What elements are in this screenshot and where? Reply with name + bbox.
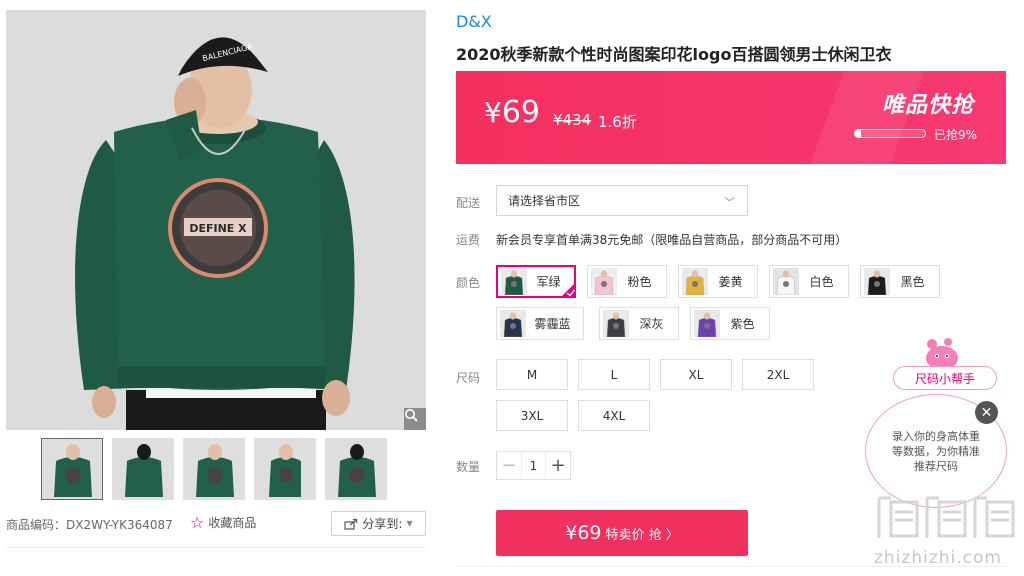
color-option-label: 粉色: [627, 275, 652, 289]
color-swatch: [864, 268, 890, 295]
favorite-button[interactable]: ☆ 收藏商品: [190, 514, 256, 531]
delivery-region-select[interactable]: 请选择省市区 ﹀: [496, 185, 748, 216]
thumbnail[interactable]: [325, 438, 387, 500]
caret-down-icon: ▼: [406, 519, 413, 528]
size-option[interactable]: 4XL: [578, 400, 650, 431]
color-option[interactable]: 军绿: [496, 265, 576, 298]
currency-symbol: ¥: [484, 96, 502, 129]
color-swatch: [682, 268, 708, 295]
color-option-label: 姜黄: [718, 275, 743, 289]
size-label: 尺码: [456, 371, 481, 385]
favorite-label: 收藏商品: [208, 516, 257, 530]
original-price: ¥434: [553, 111, 592, 129]
color-swatch: [500, 310, 526, 337]
brand-link[interactable]: D&X: [456, 12, 492, 31]
sold-progress-text: 已抢9%: [934, 128, 978, 142]
color-option[interactable]: 白色: [769, 265, 849, 298]
color-label: 颜色: [456, 276, 481, 290]
color-option-label: 雾霾蓝: [534, 317, 571, 331]
chevron-down-icon: ﹀: [724, 196, 735, 209]
product-title: 2020秋季新款个性时尚图案印花logo百搭圆领男士休闲卫衣: [456, 45, 892, 64]
flash-sale-title: 唯品快抢: [881, 93, 974, 118]
color-option[interactable]: 雾霾蓝: [496, 307, 584, 340]
buy-price: ¥69: [565, 522, 602, 544]
color-option-label: 白色: [809, 275, 834, 289]
product-photo: BALENCIAGA DEFINE X: [6, 10, 426, 430]
delivery-label: 配送: [456, 196, 481, 210]
quantity-value[interactable]: 1: [521, 452, 546, 479]
color-swatch: [603, 310, 629, 337]
close-icon: ✕: [980, 404, 993, 421]
discount-label: 1.6折: [598, 113, 637, 131]
quantity-decrease-button[interactable]: −: [497, 452, 521, 479]
quantity-stepper: − 1 +: [496, 451, 571, 480]
sold-progress-bar: [854, 129, 926, 138]
close-button[interactable]: ✕: [975, 401, 998, 424]
sold-progress-fill: [855, 130, 862, 137]
product-code: 商品编码：DX2WY-YK364087: [6, 516, 173, 533]
color-swatch: [501, 268, 527, 295]
color-option[interactable]: 深灰: [599, 307, 679, 340]
flash-sale-price-bar: ¥69 ¥434 1.6折 唯品快抢 已抢9%: [456, 71, 1006, 164]
shipping-label: 运费: [456, 233, 481, 247]
watermark-text: zhizhizhi.com: [874, 548, 1002, 568]
color-swatch: [694, 310, 720, 337]
color-option[interactable]: 粉色: [587, 265, 667, 298]
product-main-image[interactable]: BALENCIAGA DEFINE X: [6, 10, 426, 430]
quantity-label: 数量: [456, 460, 481, 474]
star-icon: ☆: [190, 512, 205, 532]
product-code-value: DX2WY-YK364087: [66, 518, 173, 532]
color-option-label: 紫色: [730, 317, 755, 331]
color-option-label: 深灰: [639, 317, 664, 331]
checkmark-icon: [560, 282, 576, 298]
zoom-button[interactable]: [404, 408, 426, 430]
share-icon: [344, 518, 358, 530]
quantity-increase-button[interactable]: +: [546, 452, 570, 479]
shipping-info: 新会员专享首单满38元免邮（限唯品自营商品，部分商品不可用）: [496, 233, 848, 247]
share-label: 分享到:: [362, 517, 403, 531]
thumbnail[interactable]: [183, 438, 245, 500]
size-helper-tab[interactable]: 尺码小帮手: [893, 366, 997, 390]
size-helper-text: 录入你的身高体重等数据，为你精准推荐尺码: [892, 429, 980, 473]
size-option[interactable]: XL: [660, 359, 732, 390]
search-icon: [405, 409, 418, 422]
thumbnail-strip: [41, 438, 387, 500]
delivery-placeholder: 请选择省市区: [508, 194, 581, 208]
watermark-logo: [877, 496, 1015, 538]
product-code-label: 商品编码：: [6, 518, 67, 532]
size-option[interactable]: 3XL: [496, 400, 568, 431]
thumbnail[interactable]: [254, 438, 316, 500]
color-option-label: 黑色: [900, 275, 925, 289]
share-button[interactable]: 分享到: ▼: [331, 511, 426, 536]
color-option[interactable]: 姜黄: [678, 265, 758, 298]
color-swatch: [773, 268, 799, 295]
color-option[interactable]: 紫色: [690, 307, 770, 340]
current-price: ¥69: [484, 95, 540, 130]
print-text: DEFINE X: [189, 222, 247, 235]
size-option[interactable]: L: [578, 359, 650, 390]
size-option[interactable]: M: [496, 359, 568, 390]
buy-now-button[interactable]: ¥69 特卖价 抢 〉: [496, 510, 748, 556]
color-swatch: [591, 268, 617, 295]
buy-label: 特卖价 抢 〉: [605, 527, 679, 543]
thumbnail[interactable]: [112, 438, 174, 500]
divider: [6, 547, 426, 548]
current-price-value: 69: [501, 95, 541, 130]
color-option[interactable]: 黑色: [860, 265, 940, 298]
size-option[interactable]: 2XL: [742, 359, 814, 390]
thumbnail[interactable]: [41, 438, 103, 500]
